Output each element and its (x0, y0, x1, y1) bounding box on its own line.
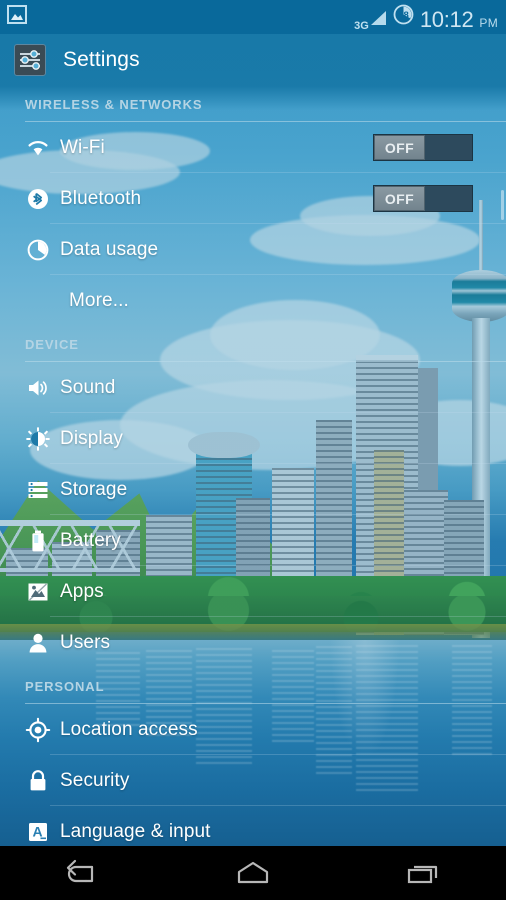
language-a-icon: A (25, 819, 51, 845)
settings-row-label: Language & input (60, 820, 211, 842)
toggle-state-label: OFF (384, 190, 415, 207)
status-bar: 3G 48 10:12 PM (0, 0, 506, 34)
lock-icon (25, 768, 51, 794)
section-header-device: DEVICE (0, 326, 506, 362)
system-navigation-bar (0, 846, 506, 900)
android-settings-screen: 3G 48 10:12 PM Settings WIRELESS & NETWO… (0, 0, 506, 900)
recents-icon[interactable] (377, 846, 467, 900)
location-crosshair-icon (25, 717, 51, 743)
wifi-toggle[interactable]: OFF (373, 134, 473, 161)
settings-row-apps[interactable]: Apps (0, 566, 506, 617)
network-type-label: 3G (354, 19, 369, 32)
battery-icon (25, 528, 51, 554)
app-header: Settings (0, 34, 506, 86)
clock-meridiem: PM (479, 15, 498, 30)
settings-row-label: Storage (60, 478, 128, 500)
home-icon[interactable] (208, 846, 298, 900)
wifi-icon (25, 135, 51, 161)
section-header-wireless: WIRELESS & NETWORKS (0, 86, 506, 122)
settings-row-label: Users (60, 631, 111, 653)
toggle-state-label: OFF (384, 139, 415, 156)
settings-row-display[interactable]: Display (0, 413, 506, 464)
battery-circle-icon: 48 (393, 4, 414, 30)
toggle-thumb[interactable]: OFF (374, 186, 425, 211)
settings-row-security[interactable]: Security (0, 755, 506, 806)
settings-row-bluetooth[interactable]: Bluetooth OFF (0, 173, 506, 224)
settings-row-label: Battery (60, 529, 121, 551)
back-icon[interactable] (39, 846, 129, 900)
settings-row-label: Display (60, 427, 123, 449)
settings-row-label: Bluetooth (60, 187, 142, 209)
settings-sliders-icon (14, 44, 46, 76)
settings-row-data-usage[interactable]: Data usage (0, 224, 506, 275)
status-indicators: 3G 48 10:12 PM (354, 4, 506, 31)
settings-list[interactable]: WIRELESS & NETWORKS Wi-Fi OFF Bluetooth … (0, 86, 506, 846)
settings-row-label: Wi-Fi (60, 136, 105, 158)
settings-row-storage[interactable]: Storage (0, 464, 506, 515)
photo-icon (6, 4, 28, 30)
battery-level-text: 48 (398, 10, 409, 21)
settings-row-battery[interactable]: Battery (0, 515, 506, 566)
person-icon (25, 630, 51, 656)
list-scrollbar[interactable] (501, 190, 504, 220)
storage-bars-icon (25, 477, 51, 503)
signal-bars-icon (370, 9, 387, 31)
settings-row-users[interactable]: Users (0, 617, 506, 668)
bluetooth-toggle[interactable]: OFF (373, 185, 473, 212)
brightness-icon (25, 426, 51, 452)
settings-row-wifi[interactable]: Wi-Fi OFF (0, 122, 506, 173)
settings-row-label: Security (60, 769, 130, 791)
settings-row-label: Apps (60, 580, 104, 602)
settings-row-language-input[interactable]: A Language & input (0, 806, 506, 846)
section-header-personal: PERSONAL (0, 668, 506, 704)
settings-row-label: Data usage (60, 238, 159, 260)
settings-row-sound[interactable]: Sound (0, 362, 506, 413)
clock-time: 10:12 (419, 6, 474, 32)
apps-image-icon (25, 579, 51, 605)
settings-row-label: Location access (60, 718, 198, 740)
settings-row-more[interactable]: More... (0, 275, 506, 326)
settings-row-label: Sound (60, 376, 116, 398)
bluetooth-icon (25, 186, 51, 212)
settings-row-location-access[interactable]: Location access (0, 704, 506, 755)
page-title: Settings (63, 48, 140, 71)
status-notifications (0, 4, 28, 30)
toggle-thumb[interactable]: OFF (374, 135, 425, 160)
speaker-icon (25, 375, 51, 401)
settings-row-label: More... (69, 289, 129, 311)
pie-chart-icon (25, 237, 51, 263)
svg-text:A: A (33, 823, 43, 839)
